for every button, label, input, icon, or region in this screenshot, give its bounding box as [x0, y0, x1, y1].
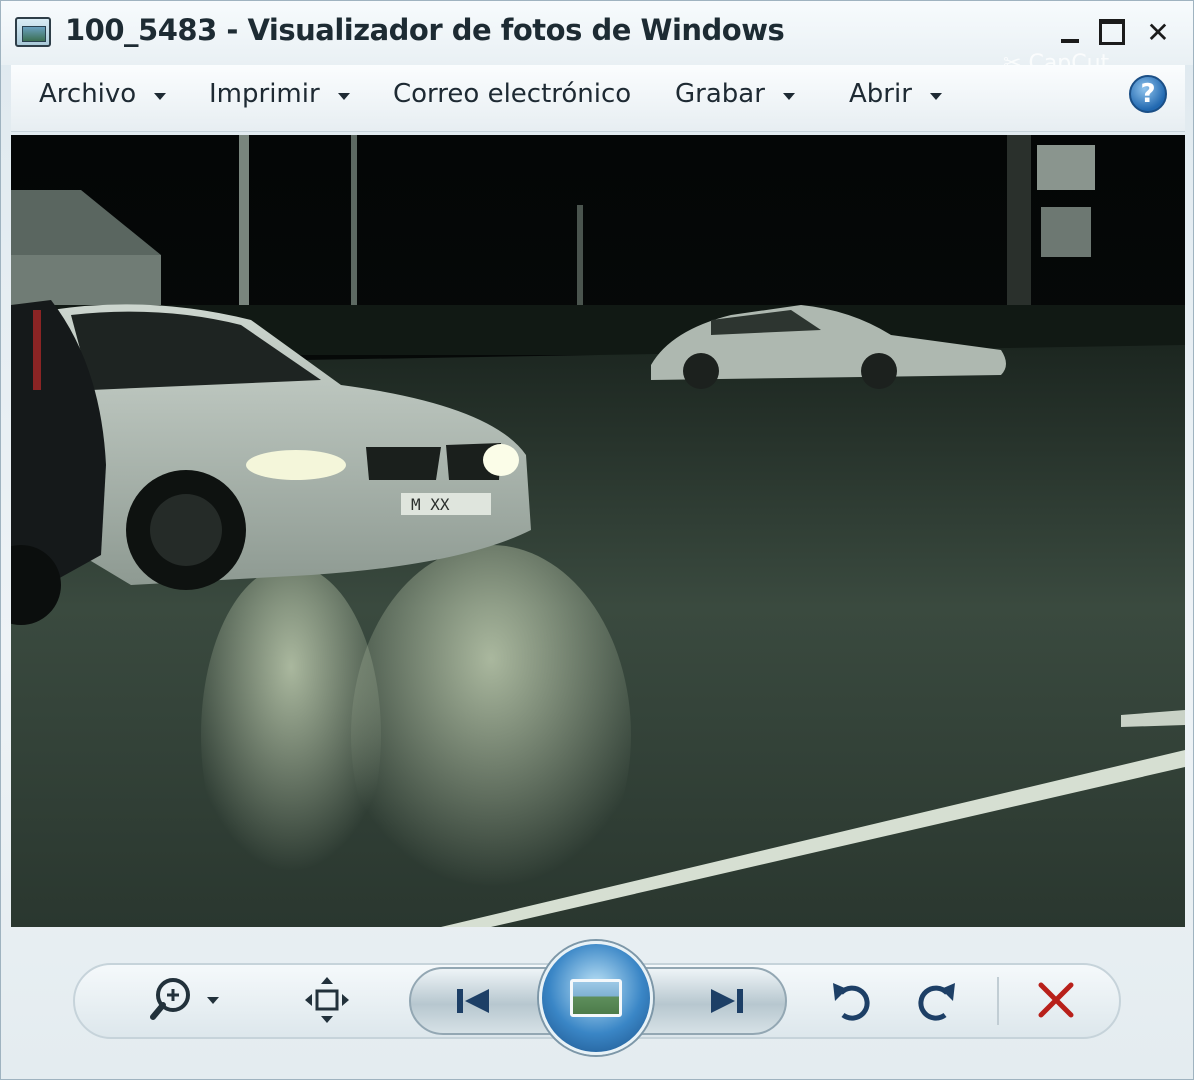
menu-archivo[interactable]: Archivo [39, 79, 167, 109]
menu-grabar[interactable]: Grabar [675, 79, 795, 109]
rotate-counterclockwise-icon [833, 983, 870, 1021]
photo-image: M XX [11, 135, 1185, 927]
app-icon [15, 17, 51, 47]
menu-imprimir-label: Imprimir [209, 79, 320, 109]
next-icon [711, 989, 743, 1013]
photo-viewer-window: 100_5483 - Visualizador de fotos de Wind… [0, 0, 1194, 1080]
minimize-icon [1061, 39, 1079, 43]
menu-grabar-label: Grabar [675, 79, 765, 109]
menu-imprimir[interactable]: Imprimir [209, 79, 350, 109]
previous-button[interactable] [441, 973, 511, 1029]
window-title: 100_5483 - Visualizador de fotos de Wind… [65, 13, 785, 47]
slideshow-icon [570, 979, 622, 1017]
chevron-down-icon [337, 92, 350, 100]
chevron-down-icon [929, 92, 942, 100]
zoom-button[interactable] [147, 971, 231, 1031]
previous-icon [457, 989, 489, 1013]
delete-button[interactable] [1025, 971, 1087, 1031]
menu-bar: Archivo Imprimir Correo electrónico Grab… [11, 65, 1185, 132]
slideshow-button[interactable] [539, 941, 653, 1055]
menu-archivo-label: Archivo [39, 79, 137, 109]
delete-icon [1038, 982, 1074, 1018]
license-plate: M XX [411, 495, 450, 514]
menu-abrir-label: Abrir [849, 79, 912, 109]
maximize-button[interactable] [1095, 15, 1129, 49]
menu-correo-label: Correo electrónico [393, 79, 632, 109]
menu-correo-electronico[interactable]: Correo electrónico [393, 79, 631, 109]
minimize-button[interactable] [1053, 15, 1087, 49]
maximize-icon [1099, 19, 1125, 45]
chevron-down-icon [782, 92, 795, 100]
title-bar: 100_5483 - Visualizador de fotos de Wind… [1, 1, 1193, 76]
close-button[interactable]: ✕ [1141, 15, 1175, 49]
rotate-counterclockwise-button[interactable] [823, 971, 881, 1031]
zoom-icon [150, 978, 219, 1020]
actual-size-icon [305, 977, 349, 1023]
chevron-down-icon [154, 92, 167, 100]
menu-abrir[interactable]: Abrir [849, 79, 942, 109]
actual-size-button[interactable] [297, 971, 357, 1031]
photo-display: M XX [11, 135, 1185, 927]
toolbar-separator [997, 977, 999, 1025]
rotate-clockwise-button[interactable] [907, 971, 965, 1031]
help-icon[interactable]: ? [1129, 75, 1167, 113]
close-icon: ✕ [1146, 15, 1170, 49]
rotate-clockwise-icon [918, 983, 955, 1021]
next-button[interactable] [691, 973, 761, 1029]
